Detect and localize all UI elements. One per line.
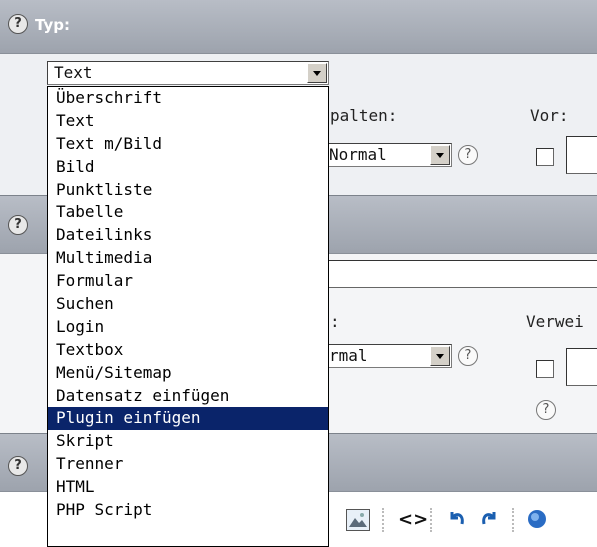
type-section-header: ? Typ: [0,0,597,54]
link-input[interactable] [566,348,597,386]
help-icon[interactable]: ? [458,346,478,366]
layout-select-value: rmal [329,346,368,365]
undo-icon-graphic [450,512,464,525]
type-select-value: Text [54,63,93,82]
dropdown-option[interactable]: Plugin einfügen [48,407,328,431]
chevron-down-icon[interactable] [307,63,327,83]
help-icon[interactable]: ? [8,215,28,235]
dropdown-option[interactable]: Überschrift [48,87,328,110]
toolbar-separator [382,508,384,532]
dropdown-option[interactable]: Formular [48,270,328,293]
help-icon[interactable]: ? [536,400,556,420]
link-checkbox[interactable] [536,360,554,378]
dropdown-option[interactable]: Suchen [48,293,328,316]
dropdown-option[interactable]: PHP Script [48,499,328,522]
chevron-down-icon[interactable] [430,145,450,165]
dropdown-option[interactable]: Dateilinks [48,224,328,247]
columns-label: palten: [330,106,398,125]
dropdown-option[interactable]: Text [48,110,328,133]
layout-label: : [330,312,340,331]
type-dropdown-list[interactable]: Überschrift Text Text m/Bild Bild Punktliste… [47,86,329,547]
dropdown-option[interactable]: Skript [48,430,328,453]
help-icon[interactable]: ? [8,14,28,34]
toolbar-separator [512,508,514,532]
globe-icon[interactable] [526,508,548,533]
dropdown-option[interactable]: HTML [48,476,328,499]
toolbar-separator [430,508,432,532]
dropdown-option[interactable]: Tabelle [48,201,328,224]
columns-select-value: Normal [329,145,387,164]
redo-icon[interactable] [478,508,500,533]
image-icon-graphic [349,513,367,527]
before-checkbox[interactable] [536,148,554,166]
help-icon[interactable]: ? [8,456,28,476]
chevron-down-icon[interactable] [430,346,450,366]
globe-icon-graphic [528,510,546,528]
before-input[interactable] [566,136,597,174]
redo-icon-graphic [482,512,496,525]
dropdown-option[interactable]: Login [48,316,328,339]
dropdown-option[interactable]: Textbox [48,339,328,362]
help-icon[interactable]: ? [458,145,478,165]
columns-select[interactable]: Normal [322,143,452,167]
title-input[interactable] [320,260,597,288]
type-section-title: Typ: [35,16,70,34]
dropdown-option[interactable]: Punktliste [48,179,328,202]
dropdown-option[interactable]: Bild [48,156,328,179]
before-label: Vor: [530,106,569,125]
link-label: Verwei [526,312,584,331]
code-brackets-icon[interactable]: <> [398,510,428,530]
dropdown-option[interactable]: Text m/Bild [48,133,328,156]
dropdown-option[interactable]: Trenner [48,453,328,476]
dropdown-option[interactable]: Multimedia [48,247,328,270]
image-icon[interactable] [346,509,370,531]
undo-icon[interactable] [446,508,468,533]
dropdown-option[interactable]: Menü/Sitemap [48,362,328,385]
dropdown-option[interactable]: Datensatz einfügen [48,385,328,408]
type-select[interactable]: Text [47,61,329,85]
layout-select[interactable]: rmal [322,344,452,368]
